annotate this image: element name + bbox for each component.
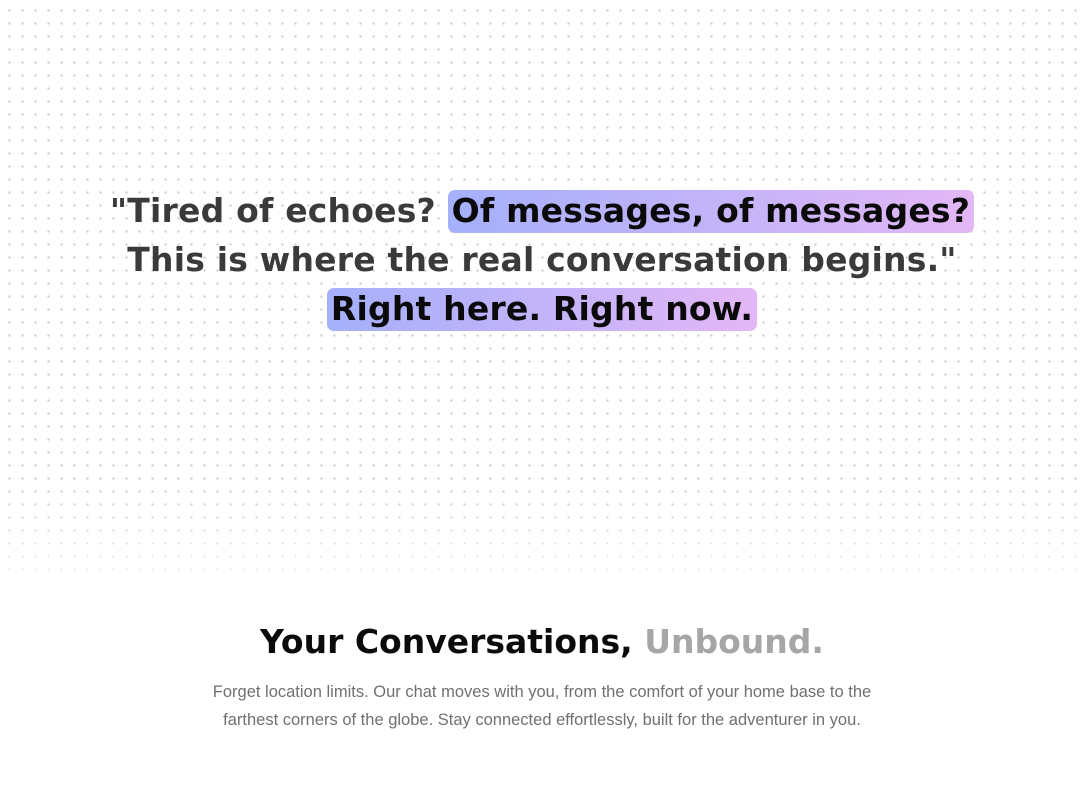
hero-section: "Tired of echoes? Of messages, of messag… (0, 0, 1084, 575)
features-section: Your Conversations, Unbound. Forget loca… (0, 620, 1084, 734)
quote-highlight-right-now: Right here. Right now. (326, 288, 758, 331)
section-description: Forget location limits. Our chat moves w… (212, 683, 872, 729)
section-title-main: Your Conversations, (260, 622, 645, 661)
section-title-accent: Unbound. (644, 622, 824, 661)
quote-highlight-messages: Of messages, of messages? (447, 190, 975, 233)
hero-quote: "Tired of echoes? Of messages, of messag… (0, 186, 1084, 333)
section-title: Your Conversations, Unbound. (0, 620, 1084, 664)
quote-line2-text: This is where the real conversation begi… (127, 240, 957, 279)
quote-line1-text: "Tired of echoes? (109, 191, 448, 230)
